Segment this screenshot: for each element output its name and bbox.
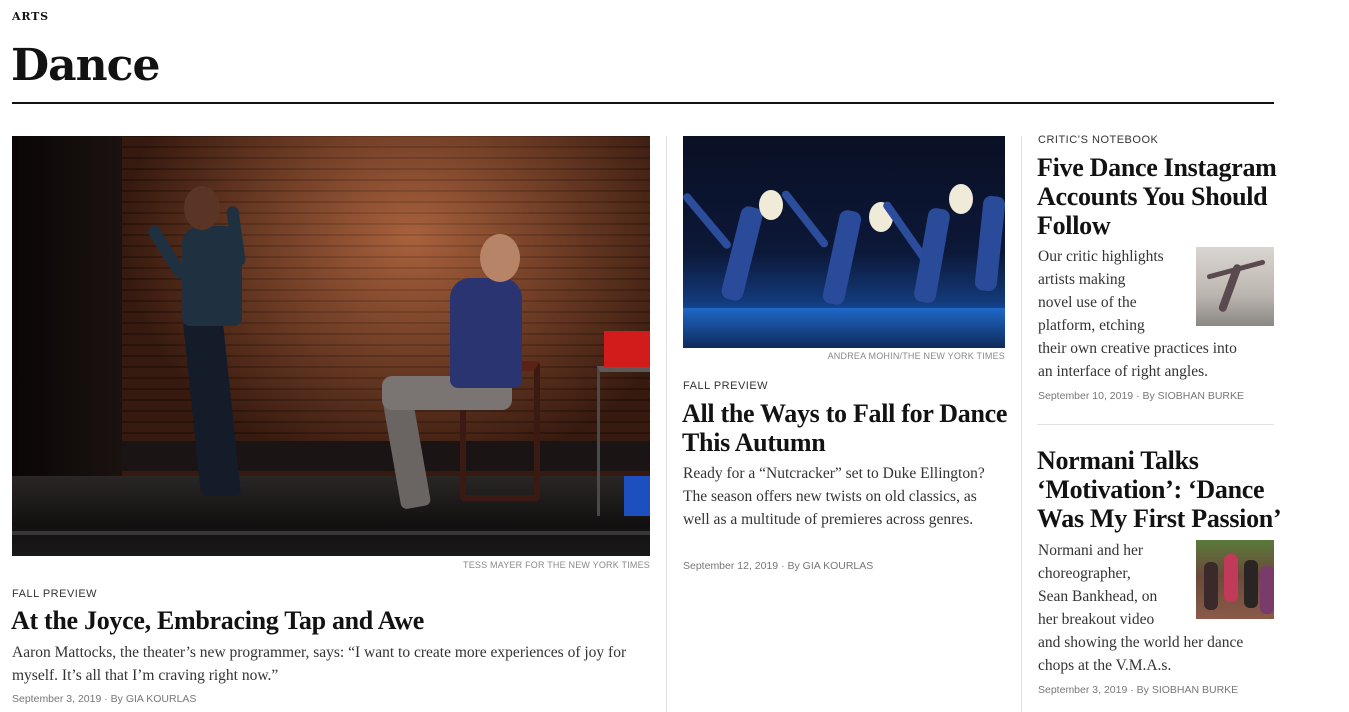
- right-top-headline-link[interactable]: Five Dance Instagram Accounts You Should…: [1037, 153, 1282, 240]
- section-kicker[interactable]: ARTS: [12, 10, 49, 23]
- middle-article-photo[interactable]: [683, 136, 1005, 348]
- right-bottom-headline-link[interactable]: Normani Talks ‘Motivation’: ‘Dance Was M…: [1037, 446, 1282, 533]
- article-summary: Aaron Mattocks, the theater’s new progra…: [12, 644, 627, 684]
- article-kicker: CRITIC’S NOTEBOOK: [1038, 134, 1159, 146]
- article-kicker: FALL PREVIEW: [683, 380, 769, 392]
- article-summary: Normani and her choreographer, Sean Bank…: [1038, 542, 1244, 674]
- column-divider: [666, 136, 667, 712]
- article-byline: September 3, 2019 · By GIA KOURLAS: [12, 693, 197, 705]
- article-kicker: FALL PREVIEW: [12, 588, 98, 600]
- lead-headline-link[interactable]: At the Joyce, Embracing Tap and Awe: [11, 606, 651, 635]
- title-divider: [12, 102, 1274, 104]
- article-byline: September 10, 2019 · By SIOBHAN BURKE: [1038, 390, 1245, 402]
- photo-credit: ANDREA MOHIN/THE NEW YORK TIMES: [827, 351, 1005, 361]
- photo-credit: TESS MAYER FOR THE NEW YORK TIMES: [463, 560, 650, 570]
- row-divider: [1037, 424, 1274, 425]
- column-divider: [1021, 136, 1022, 712]
- middle-headline-link[interactable]: All the Ways to Fall for Dance This Autu…: [682, 399, 1012, 457]
- article-byline: September 3, 2019 · By SIOBHAN BURKE: [1038, 684, 1239, 696]
- article-summary: Our critic highlights artists making nov…: [1038, 248, 1237, 380]
- article-summary: Ready for a “Nutcracker” set to Duke Ell…: [683, 465, 985, 528]
- lead-article-photo[interactable]: [12, 136, 650, 556]
- article-byline: September 12, 2019 · By GIA KOURLAS: [683, 560, 874, 572]
- page-title: Dance: [11, 40, 160, 91]
